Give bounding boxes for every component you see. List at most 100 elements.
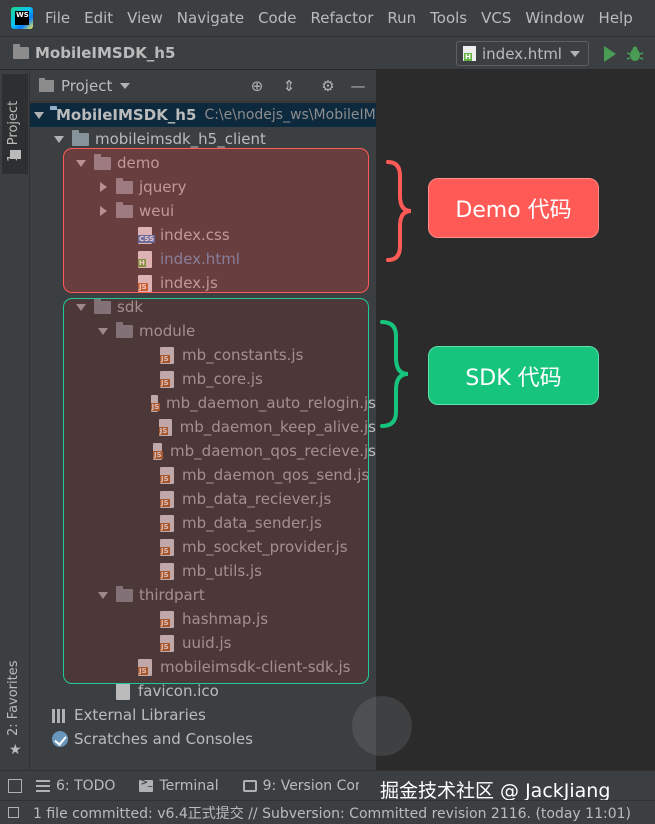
- menu-vcs[interactable]: VCS: [481, 9, 511, 27]
- tree-row[interactable]: thirdpart: [30, 583, 376, 607]
- folder-icon: [72, 129, 89, 146]
- watermark-logo: [352, 690, 652, 762]
- expanded-arrow-icon[interactable]: [96, 327, 110, 335]
- tree-row[interactable]: demo: [30, 151, 376, 175]
- js-file-icon: JS: [160, 466, 174, 484]
- folder-icon: [116, 585, 133, 602]
- locate-target-icon[interactable]: ⊕: [248, 77, 266, 95]
- tree-row[interactable]: External Libraries: [30, 703, 376, 727]
- tree-row[interactable]: JS mb_data_sender.js: [30, 511, 376, 535]
- menu-navigate[interactable]: Navigate: [177, 9, 244, 27]
- hide-panel-icon[interactable]: —: [349, 77, 367, 95]
- tree-item-label: mobileimsdk-client-sdk.js: [160, 658, 351, 676]
- menu-refactor[interactable]: Refactor: [310, 9, 373, 27]
- tree-row[interactable]: JS mb_utils.js: [30, 559, 376, 583]
- sdk-brace-icon: [380, 320, 409, 428]
- collapsed-arrow-icon[interactable]: [96, 206, 110, 216]
- tree-item-label: uuid.js: [182, 634, 232, 652]
- collapse-all-icon[interactable]: ⇕: [280, 77, 298, 95]
- expanded-arrow-icon[interactable]: [74, 303, 88, 311]
- todo-tab[interactable]: 6: TODO: [36, 778, 115, 794]
- project-tool-tab[interactable]: 1: Project: [2, 74, 28, 174]
- menu-window[interactable]: Window: [525, 9, 584, 27]
- tree-item-path: C:\e\nodejs_ws\MobileIMSDK_h5: [204, 107, 376, 123]
- left-tool-stripe: 1: Project 2: Favorites ★: [0, 70, 30, 770]
- js-file-icon: JS: [152, 442, 163, 460]
- tree-row[interactable]: JS mb_daemon_qos_recieve.js: [30, 439, 376, 463]
- tree-row[interactable]: JS mb_daemon_qos_send.js: [30, 463, 376, 487]
- tool-windows-toggle-icon[interactable]: [8, 778, 22, 793]
- favorites-tool-tab[interactable]: 2: Favorites ★: [2, 660, 28, 760]
- tree-item-label: jquery: [139, 178, 187, 196]
- tree-row[interactable]: weui: [30, 199, 376, 223]
- tree-row[interactable]: JS mb_socket_provider.js: [30, 535, 376, 559]
- tree-row[interactable]: Scratches and Consoles: [30, 727, 376, 751]
- tree-row[interactable]: module: [30, 319, 376, 343]
- project-folder-icon: [13, 44, 29, 59]
- tree-item-label: thirdpart: [139, 586, 205, 604]
- tree-row[interactable]: JS uuid.js: [30, 631, 376, 655]
- tree-row[interactable]: jquery: [30, 175, 376, 199]
- watermark-circle: [352, 696, 412, 756]
- chevron-down-icon[interactable]: [120, 82, 131, 89]
- menu-code[interactable]: Code: [258, 9, 296, 27]
- tree-item-label: demo: [117, 154, 160, 172]
- tree-row[interactable]: JS mb_constants.js: [30, 343, 376, 367]
- project-view-select[interactable]: Project: [61, 77, 112, 95]
- js-file-icon: JS: [160, 610, 174, 628]
- demo-brace-icon: [386, 160, 412, 262]
- run-icon[interactable]: [604, 46, 616, 62]
- gear-icon[interactable]: ⚙: [319, 77, 337, 95]
- menu-bar: WS File Edit View Navigate Code Refactor…: [0, 0, 655, 36]
- tree-item-label: index.html: [160, 250, 240, 268]
- version-control-tab[interactable]: 9: Version Control: [242, 778, 359, 794]
- tree-item-label: mb_daemon_qos_recieve.js: [170, 442, 376, 460]
- js-file-icon: JS: [160, 346, 174, 364]
- expanded-arrow-icon[interactable]: [34, 111, 44, 119]
- status-bar: 1 file committed: v6.4正式提交 // Subversion…: [0, 800, 655, 824]
- menu-view[interactable]: View: [127, 9, 163, 27]
- tree-row[interactable]: JS mb_daemon_keep_alive.js: [30, 415, 376, 439]
- tree-item-label: External Libraries: [74, 706, 206, 724]
- menu-run[interactable]: Run: [387, 9, 416, 27]
- tree-row[interactable]: favicon.ico: [30, 679, 376, 703]
- html-file-icon: [463, 46, 476, 61]
- debug-bug-icon[interactable]: [626, 45, 644, 63]
- expanded-arrow-icon[interactable]: [96, 591, 110, 599]
- tree-item-label: index.js: [160, 274, 218, 292]
- run-configuration-select[interactable]: index.html: [456, 41, 589, 66]
- tree-row[interactable]: JS mobileimsdk-client-sdk.js: [30, 655, 376, 679]
- scratches-icon: [52, 731, 68, 747]
- folder-icon: [116, 201, 133, 218]
- folder-icon: [116, 177, 133, 194]
- tree-row[interactable]: MobileIMSDK_h5 C:\e\nodejs_ws\MobileIMSDK…: [30, 103, 376, 127]
- tree-row[interactable]: JS mb_daemon_auto_relogin.js: [30, 391, 376, 415]
- tree-row[interactable]: JS index.js: [30, 271, 376, 295]
- tree-row[interactable]: Hindex.html: [30, 247, 376, 271]
- expanded-arrow-icon[interactable]: [52, 135, 66, 143]
- terminal-icon: [139, 778, 154, 792]
- expanded-arrow-icon[interactable]: [74, 159, 88, 167]
- tree-row[interactable]: JS mb_core.js: [30, 367, 376, 391]
- tree-row[interactable]: CSS index.css: [30, 223, 376, 247]
- tree-row[interactable]: sdk: [30, 295, 376, 319]
- tree-item-label: mb_data_sender.js: [182, 514, 322, 532]
- collapsed-arrow-icon[interactable]: [96, 182, 110, 192]
- menu-file[interactable]: File: [45, 9, 70, 27]
- menu-help[interactable]: Help: [599, 9, 633, 27]
- breadcrumb-project[interactable]: MobileIMSDK_h5: [35, 44, 175, 62]
- tree-row[interactable]: JS hashmap.js: [30, 607, 376, 631]
- tree-item-label: mb_core.js: [182, 370, 263, 388]
- tree-item-label: mb_data_reciever.js: [182, 490, 332, 508]
- project-panel: Project ⊕ ⇕ ⚙ — MobileIMSDK_h5 C:\e\nodej…: [30, 70, 376, 770]
- library-icon: [52, 708, 68, 723]
- todo-tab-label: 6: TODO: [56, 777, 116, 794]
- status-message[interactable]: 1 file committed: v6.4正式提交 // Subversion…: [33, 803, 631, 823]
- menu-edit[interactable]: Edit: [84, 9, 113, 27]
- status-toggle-icon[interactable]: [8, 807, 19, 818]
- tree-row[interactable]: mobileimsdk_h5_client: [30, 127, 376, 151]
- menu-tools[interactable]: Tools: [430, 9, 467, 27]
- js-file-icon: JS: [160, 538, 174, 556]
- tree-row[interactable]: JS mb_data_reciever.js: [30, 487, 376, 511]
- terminal-tab[interactable]: Terminal: [139, 778, 219, 794]
